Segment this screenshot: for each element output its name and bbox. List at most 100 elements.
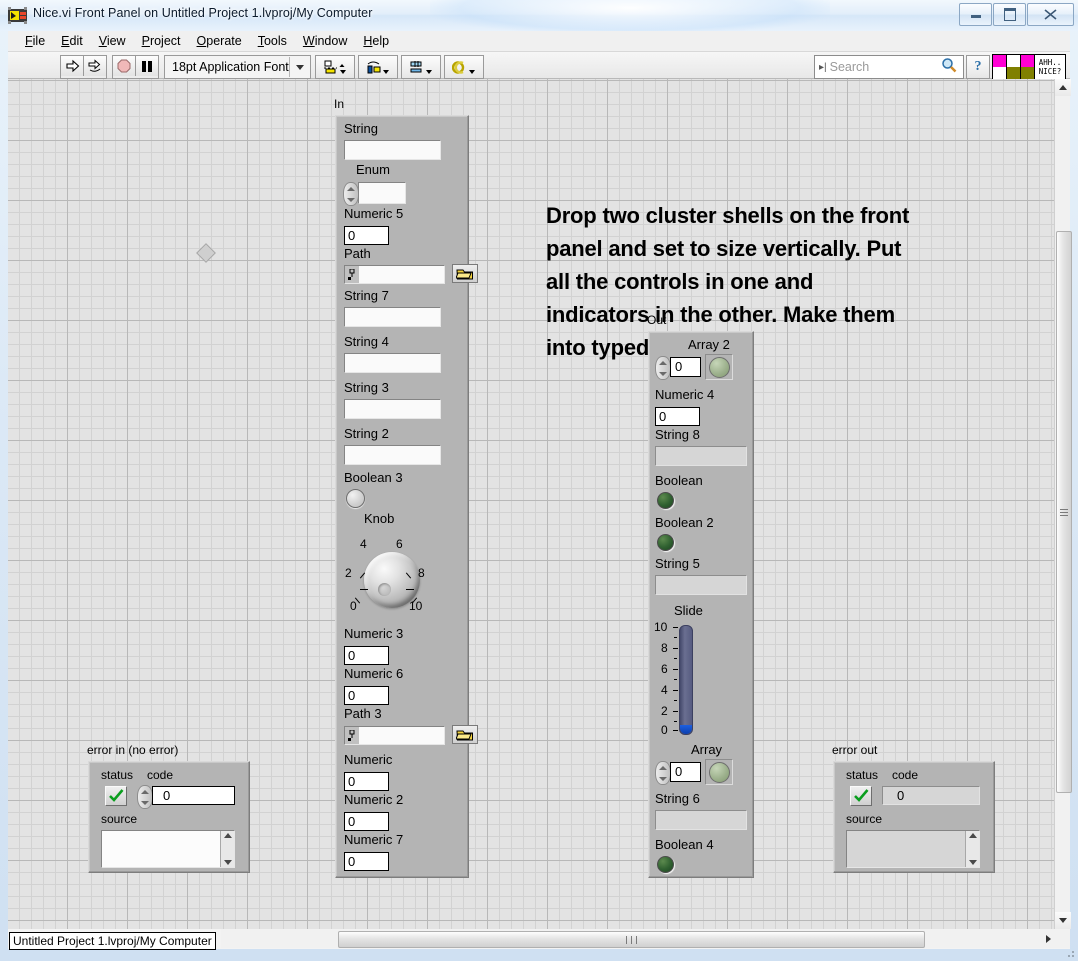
numeric-control[interactable]: 0 [344,772,389,791]
label-numeric-2: Numeric 2 [344,792,404,807]
menu-edit[interactable]: Edit [53,33,91,49]
label-string-4: String 4 [344,334,389,349]
array-index-spinner[interactable] [655,761,671,785]
search-input[interactable]: ▸| Search [814,55,964,79]
out-cluster-shell[interactable]: Array 2 0 Numeric 4 0 String 8 Boolean B… [648,331,754,878]
resize-objects-icon[interactable] [401,55,441,79]
minimize-icon [960,4,991,25]
label-array: Array [691,742,723,757]
browse-folder-3-icon[interactable] [452,725,478,744]
path-control[interactable] [344,265,445,284]
numeric-5-control[interactable]: 0 [344,226,389,245]
svg-text:?: ? [975,59,982,73]
vertical-scrollbar-thumb[interactable] [1056,231,1072,793]
knob-dash-8 [406,589,414,590]
menu-file[interactable]: File [17,33,53,49]
slide-tick-0: 0 [661,723,668,737]
no-error-check-icon [853,789,868,802]
label-boolean-2: Boolean 2 [655,515,714,530]
error-out-cluster[interactable]: status code 0 source [833,761,995,873]
boolean-2-indicator [657,534,674,551]
browse-folder-icon[interactable] [452,264,478,283]
scroll-down-button[interactable] [1055,912,1071,929]
string-7-control[interactable] [344,307,441,327]
error-in-source-scrollbar[interactable] [220,831,234,867]
numeric-7-control[interactable]: 0 [344,852,389,871]
menu-view-label: iew [106,34,126,48]
menu-window[interactable]: Window [295,33,355,49]
slide-dash-2 [673,711,678,712]
in-cluster-label: In [334,97,345,111]
menu-tools[interactable]: Tools [250,33,295,49]
run-button-group [60,55,107,79]
context-help-button[interactable]: ? [966,55,990,79]
minimize-button[interactable] [959,3,992,26]
error-in-code-spinner[interactable] [137,785,153,809]
distribute-objects-icon[interactable] [358,55,398,79]
close-button[interactable] [1027,3,1074,26]
horizontal-scrollbar-thumb[interactable] [338,931,925,948]
menu-view[interactable]: View [91,33,134,49]
in-cluster-shell[interactable]: String Enum Numeric 5 0 Path String 7 St… [335,115,478,878]
label-string-5: String 5 [655,556,700,571]
badge-swatch-mid [1007,55,1021,79]
error-in-code-field[interactable]: 0 [152,786,235,805]
boolean-3-control[interactable] [346,489,365,508]
title-bar-glow [430,0,830,31]
arrange-group [315,55,487,79]
scroll-up-button[interactable] [1055,79,1071,96]
front-panel-canvas[interactable]: Drop two cluster shells on the front pan… [8,79,1054,929]
menu-project[interactable]: Project [134,33,189,49]
array-2-index[interactable]: 0 [670,357,701,377]
menu-operate[interactable]: Operate [189,33,250,49]
numeric-2-control[interactable]: 0 [344,812,389,831]
array-element-led [709,762,730,783]
title-bar: Nice.vi Front Panel on Untitled Project … [0,0,1078,31]
slide-dash-1 [674,721,677,722]
scroll-right-button[interactable] [1040,930,1056,947]
resize-grip-icon[interactable] [1064,947,1076,959]
slide-dash-0 [673,730,678,731]
numeric-3-control[interactable]: 0 [344,646,389,665]
pause-icon[interactable] [136,56,158,76]
vertical-scrollbar[interactable] [1054,79,1072,929]
run-arrow-icon[interactable] [61,56,84,76]
error-in-cluster[interactable]: status code 0 source [88,761,250,873]
string-4-control[interactable] [344,353,441,373]
run-continuously-icon[interactable] [84,56,106,76]
error-out-source-scrollbar[interactable] [965,831,979,867]
enum-control[interactable] [358,182,406,204]
array-2-index-spinner[interactable] [655,356,671,380]
slide-dash-8 [673,648,678,649]
chevron-down-icon[interactable] [289,57,310,77]
font-selector[interactable]: 18pt Application Font [164,55,311,79]
string-2-control[interactable] [344,445,441,465]
slide-indicator: 10 8 6 4 2 0 [651,620,711,742]
window-title: Nice.vi Front Panel on Untitled Project … [33,6,373,20]
string-8-indicator [655,446,747,466]
search-caret-icon: ▸| [819,61,827,73]
ahh-nice-badge: AHH.. NICE? [992,54,1066,80]
numeric-6-control[interactable]: 0 [344,686,389,705]
horizontal-scrollbar[interactable] [221,929,1070,948]
maximize-button[interactable] [993,3,1026,26]
error-out-source-field [846,830,980,868]
string-3-control[interactable] [344,399,441,419]
path-3-control[interactable] [344,726,445,745]
array-2-element-led [709,357,730,378]
error-in-source-field[interactable] [101,830,235,868]
badge-text-line2: NICE? [1038,67,1062,76]
abort-execution-icon[interactable] [113,56,136,76]
knob-control[interactable]: 0 2 4 6 8 10 [338,526,448,636]
label-numeric-5: Numeric 5 [344,206,404,221]
string-control[interactable] [344,140,441,160]
scrollbar-grip-icon [1060,507,1068,518]
magnifier-icon[interactable] [941,57,963,78]
array-index[interactable]: 0 [670,762,701,782]
menu-help[interactable]: Help [355,33,397,49]
align-objects-icon[interactable] [315,55,355,79]
enum-spinner[interactable] [343,182,359,206]
reorder-icon[interactable] [444,55,484,79]
error-in-status-button[interactable] [105,786,127,806]
slide-track [679,625,693,735]
